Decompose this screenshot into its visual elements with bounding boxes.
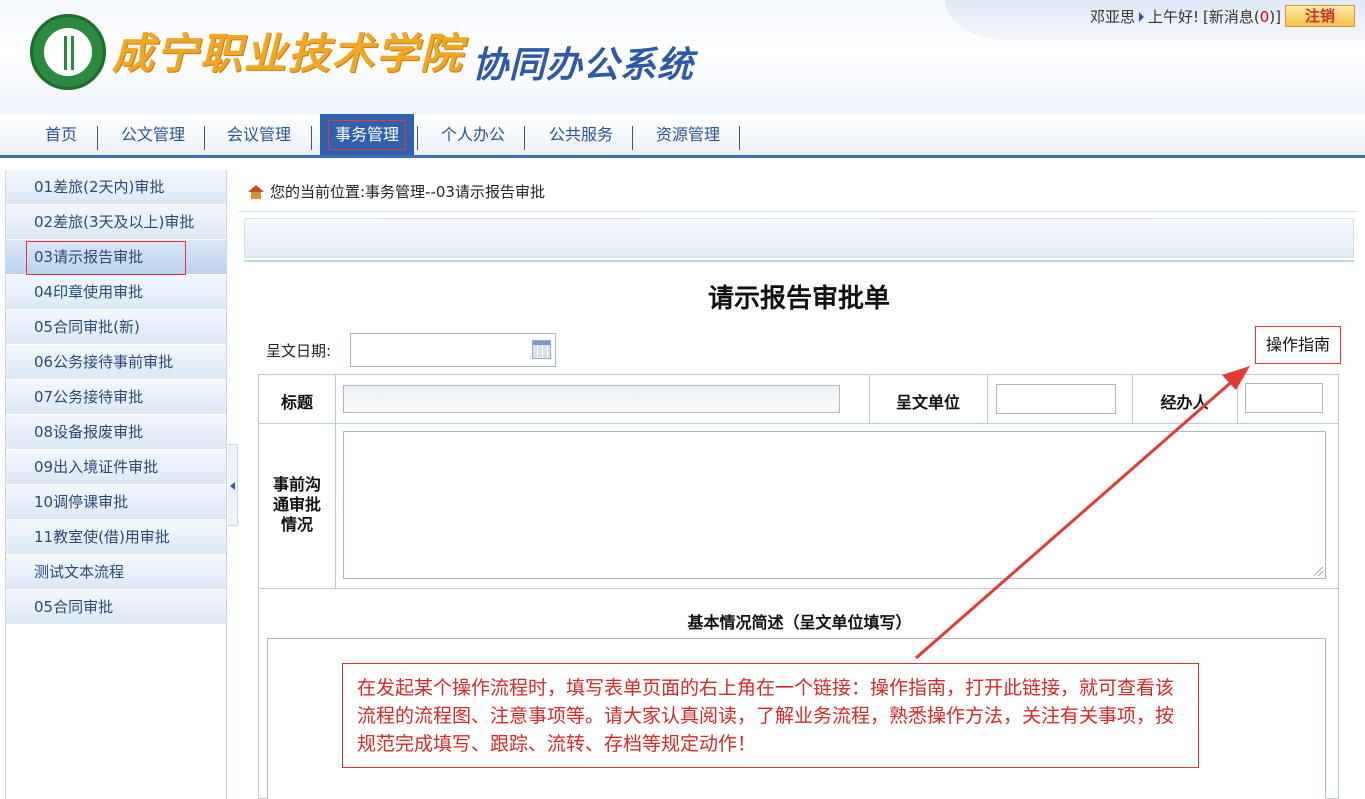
- nav-divider: [524, 126, 525, 150]
- nav-item-personal[interactable]: 个人办公: [428, 114, 518, 155]
- nav-item-affairs[interactable]: 事务管理: [320, 114, 414, 155]
- sidebar-item-equipment-scrap[interactable]: 08设备报废审批: [6, 415, 226, 450]
- nav-divider: [739, 126, 740, 150]
- handler-label: 经办人: [1160, 393, 1209, 412]
- sidebar-item-test-flow[interactable]: 测试文本流程: [6, 555, 226, 590]
- message-count: 0: [1259, 8, 1270, 26]
- title-label: 标题: [280, 393, 313, 412]
- nav-divider: [311, 126, 312, 150]
- resize-grip-icon[interactable]: [1314, 567, 1323, 576]
- messages-suffix: )]: [1269, 8, 1281, 26]
- greeting: 上午好!: [1148, 8, 1200, 26]
- nav-item-public-service[interactable]: 公共服务: [535, 114, 627, 155]
- sidebar-item-report-approval[interactable]: 03请示报告审批: [6, 240, 226, 275]
- title-input[interactable]: [343, 385, 840, 413]
- form-toolbar: [244, 218, 1354, 258]
- nav-item-resources[interactable]: 资源管理: [642, 114, 734, 155]
- school-name: 成宁职业技术学院: [112, 29, 465, 78]
- sidebar-item-seal-usage[interactable]: 04印章使用审批: [6, 275, 226, 310]
- nav-item-documents[interactable]: 公文管理: [108, 114, 198, 155]
- user-bar: 邓亚思 上午好! [新消息(0)]: [1090, 6, 1281, 27]
- toolbar-divider: [244, 260, 1354, 262]
- basic-info-section-title: 基本情况简述（呈文单位填写）: [687, 613, 912, 632]
- sidebar-item-reception-pre[interactable]: 06公务接待事前审批: [6, 345, 226, 380]
- nav-divider: [97, 126, 98, 150]
- annotation-note: 在发起某个操作流程时，填写表单页面的右上角在一个链接：操作指南，打开此链接，就可…: [342, 663, 1199, 768]
- prior-communication-label: 事前沟通审批情况: [272, 475, 321, 534]
- date-input[interactable]: [350, 333, 556, 367]
- nav-item-home[interactable]: 首页: [30, 114, 92, 155]
- sidebar-collapse-handle[interactable]: [228, 444, 238, 526]
- sidebar-item-travel-short[interactable]: 01差旅(2天内)审批: [6, 170, 226, 205]
- sidebar-item-travel-documents[interactable]: 09出入境证件审批: [6, 450, 226, 485]
- sidebar-item-reception[interactable]: 07公务接待审批: [6, 380, 226, 415]
- chevron-left-icon: [230, 482, 235, 490]
- sidebar-item-contract[interactable]: 05合同审批: [6, 590, 226, 625]
- date-label: 呈文日期:: [266, 342, 332, 360]
- home-icon: [248, 185, 264, 199]
- page-header: 成宁职业技术学院 协同办公系统 邓亚思 上午好! [新消息(0)] 注销: [0, 0, 1365, 114]
- user-name: 邓亚思: [1089, 8, 1135, 26]
- handler-input[interactable]: [1245, 383, 1323, 413]
- nav-item-meetings[interactable]: 会议管理: [214, 114, 304, 155]
- breadcrumb-text: 您的当前位置:事务管理--03请示报告审批: [270, 183, 545, 201]
- messages-prefix: [新消息(: [1203, 8, 1260, 26]
- highlight-box: [26, 241, 186, 275]
- operation-guide-link[interactable]: 操作指南: [1255, 326, 1341, 364]
- sidebar-item-classroom-borrow[interactable]: 11教室使(借)用审批: [6, 520, 226, 555]
- calendar-icon[interactable]: [532, 340, 551, 359]
- nav-divider: [632, 126, 633, 150]
- unit-label: 呈文单位: [895, 393, 960, 412]
- logout-button[interactable]: 注销: [1285, 5, 1355, 27]
- messages-link[interactable]: [新消息(0)]: [1203, 6, 1281, 27]
- school-logo-icon: [30, 14, 106, 90]
- nav-divider: [417, 126, 418, 150]
- sidebar-item-class-adjust[interactable]: 10调停课审批: [6, 485, 226, 520]
- nav-divider: [204, 126, 205, 150]
- sidebar: 01差旅(2天内)审批 02差旅(3天及以上)审批 03请示报告审批 04印章使…: [5, 170, 227, 799]
- unit-input[interactable]: [996, 384, 1116, 414]
- sidebar-item-travel-long[interactable]: 02差旅(3天及以上)审批: [6, 205, 226, 240]
- prior-communication-textarea[interactable]: [343, 431, 1326, 579]
- form-title: 请示报告审批单: [707, 284, 890, 314]
- sidebar-item-contract-new[interactable]: 05合同审批(新): [6, 310, 226, 345]
- main-nav: 首页 公文管理 会议管理 事务管理 个人办公 公共服务 资源管理: [0, 114, 1365, 158]
- triangle-right-icon: [1139, 11, 1144, 22]
- breadcrumb: 您的当前位置:事务管理--03请示报告审批: [238, 172, 1358, 212]
- system-name: 协同办公系统: [472, 45, 695, 86]
